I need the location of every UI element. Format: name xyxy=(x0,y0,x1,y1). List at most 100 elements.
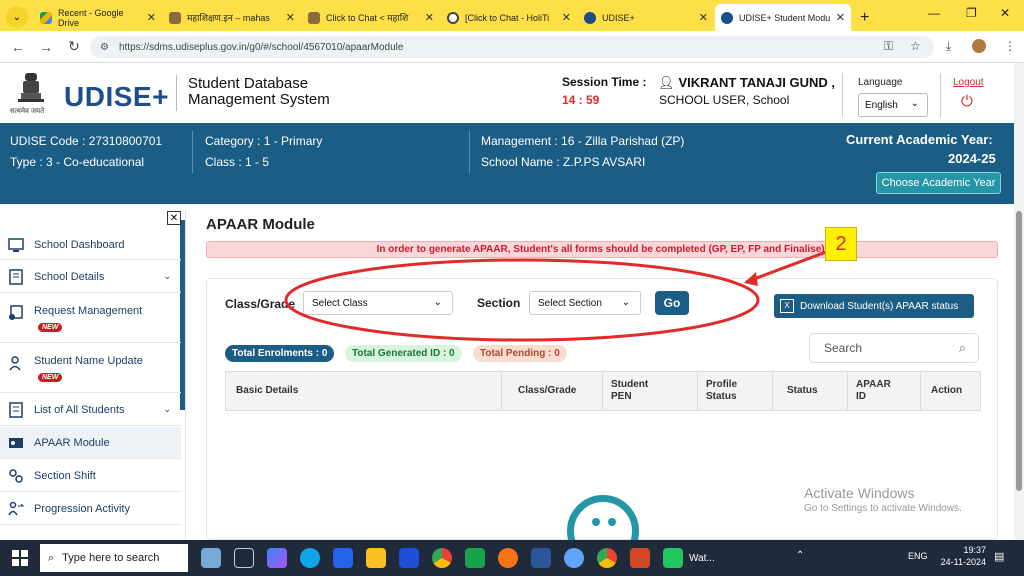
close-tab-icon[interactable]: ✕ xyxy=(556,11,571,24)
site-favicon-icon xyxy=(308,11,320,24)
powerpoint-icon[interactable] xyxy=(630,548,650,568)
dashboard-icon xyxy=(8,237,24,252)
search-icon: ⌕ xyxy=(48,551,55,564)
page-scrollbar[interactable] xyxy=(1014,63,1024,540)
word-icon[interactable] xyxy=(531,548,551,568)
key-icon[interactable]: ⚿ xyxy=(884,39,893,54)
close-tab-icon[interactable]: ✕ xyxy=(280,11,295,24)
close-tab-icon[interactable]: ✕ xyxy=(141,11,156,24)
close-window-icon[interactable]: ✕ xyxy=(1000,6,1010,20)
app-icon[interactable] xyxy=(564,548,584,568)
browser-menu-icon[interactable]: ⋮ xyxy=(1004,39,1016,53)
annotation-number-badge: 2 xyxy=(825,227,857,261)
profile-avatar[interactable] xyxy=(972,39,986,53)
whatsapp-taskbar-label[interactable]: Wat... xyxy=(689,553,715,564)
browser-tab[interactable]: [Click to Chat - HoliTi ✕ xyxy=(441,4,577,31)
shift-icon xyxy=(9,468,23,483)
info-divider xyxy=(192,131,193,173)
browser-tab[interactable]: Click to Chat < महाशि ✕ xyxy=(302,4,440,31)
firefox-icon[interactable] xyxy=(498,548,518,568)
total-generated-badge: Total Generated ID : 0 xyxy=(345,345,462,362)
column-header: Profile Status xyxy=(698,372,773,410)
sidebar-item-request-management[interactable]: Request Management NEW xyxy=(0,294,181,343)
windows-taskbar: ⌕ Type here to search Wat... ⌃ ENG 19:37 … xyxy=(0,540,1024,576)
taskbar-search-input[interactable]: ⌕ Type here to search xyxy=(40,544,188,572)
page-scrollbar-thumb[interactable] xyxy=(1016,211,1022,491)
column-header: Student PEN xyxy=(603,372,698,410)
mail-icon[interactable] xyxy=(399,548,419,568)
chrome-icon[interactable] xyxy=(597,548,617,568)
download-apaar-status-button[interactable]: X Download Student(s) APAAR status xyxy=(774,294,974,318)
sidebar-item-student-name-update[interactable]: Student Name Update NEW xyxy=(0,344,181,393)
sidebar-item-section-shift[interactable]: Section Shift xyxy=(0,460,181,492)
search-input[interactable]: Search ⌕ xyxy=(809,333,979,363)
excel-icon[interactable] xyxy=(465,548,485,568)
close-sidebar-icon[interactable]: ✕ xyxy=(167,211,181,225)
clock[interactable]: 19:37 24-11-2024 xyxy=(941,544,986,568)
excel-icon: X xyxy=(780,299,794,313)
notification-icon[interactable]: ▤ xyxy=(994,550,1004,563)
user-name: 👤︎ VIKRANT TANAJI GUND , xyxy=(658,75,835,90)
bookmark-star-icon[interactable]: ☆ xyxy=(910,39,921,53)
site-info-icon[interactable]: ⚙ xyxy=(100,42,109,53)
progression-icon xyxy=(8,501,24,515)
sidebar-item-list-of-all-students[interactable]: List of All Students ⌄ xyxy=(0,394,181,426)
choose-academic-year-button[interactable]: Choose Academic Year xyxy=(876,172,1001,194)
activate-windows-watermark: Activate Windows xyxy=(804,485,915,501)
go-button[interactable]: Go xyxy=(655,291,689,315)
class-grade-label: Class/Grade xyxy=(225,297,296,311)
browser-tab[interactable]: Recent - Google Drive ✕ xyxy=(34,4,162,31)
power-icon[interactable]: ⏻ xyxy=(961,93,973,110)
tray-chevron-icon[interactable]: ⌃ xyxy=(796,550,804,561)
browser-tab-active[interactable]: UDISE+ Student Modu ✕ xyxy=(715,4,851,31)
browser-tab[interactable]: महाशिक्षण.इन – mahas ✕ xyxy=(163,4,301,31)
restore-icon[interactable]: ❐ xyxy=(966,6,977,20)
sidebar-item-progression-activity[interactable]: Progression Activity xyxy=(0,493,181,525)
browser-tab-strip: ⌄ Recent - Google Drive ✕ महाशिक्षण.इन – … xyxy=(0,0,1024,31)
section-label: Section xyxy=(477,296,521,310)
list-icon xyxy=(9,401,23,418)
minimize-icon[interactable]: — xyxy=(928,6,940,20)
windows-start-icon[interactable] xyxy=(12,550,28,566)
language-select[interactable]: English ⌄ xyxy=(858,93,928,117)
column-header: Action xyxy=(931,385,963,396)
browser-tab[interactable]: UDISE+ ✕ xyxy=(578,4,714,31)
column-header: APAAR ID xyxy=(848,372,921,410)
id-card-icon xyxy=(9,437,23,448)
system-name: Student Database Management System xyxy=(188,75,330,108)
reload-icon[interactable]: ↻ xyxy=(60,38,88,55)
sidebar-item-school-dashboard[interactable]: School Dashboard xyxy=(0,230,181,260)
user-icon: 👤︎ xyxy=(658,75,675,90)
file-explorer-icon[interactable] xyxy=(366,548,386,568)
forward-icon[interactable]: → xyxy=(32,39,60,55)
school-type: Type : 3 - Co-educational xyxy=(10,155,145,169)
language-indicator[interactable]: ENG xyxy=(908,551,928,561)
new-tab-button[interactable]: + xyxy=(860,9,869,27)
sidebar-item-school-details[interactable]: School Details ⌄ xyxy=(0,261,181,293)
school-category: Category : 1 - Primary xyxy=(205,134,323,148)
close-tab-icon[interactable]: ✕ xyxy=(693,11,708,24)
udise-icon xyxy=(721,11,733,24)
close-tab-icon[interactable]: ✕ xyxy=(419,11,434,24)
section-select[interactable]: Select Section ⌄ xyxy=(529,291,641,315)
task-view-icon[interactable] xyxy=(234,548,254,568)
logout-link[interactable]: Logout xyxy=(953,77,984,88)
sidebar-item-apaar-module[interactable]: APAAR Module xyxy=(0,427,181,459)
page-title: APAAR Module xyxy=(206,216,315,233)
store-icon[interactable] xyxy=(333,548,353,568)
back-icon[interactable]: ← xyxy=(4,39,32,55)
weather-icon[interactable] xyxy=(201,548,221,568)
url-input[interactable]: ⚙ https://sdms.udiseplus.gov.in/g0/#/sch… xyxy=(90,36,934,58)
chrome-icon[interactable] xyxy=(432,548,452,568)
address-bar-row: ← → ↻ ⚙ https://sdms.udiseplus.gov.in/g0… xyxy=(0,31,1024,63)
class-select[interactable]: Select Class ⌄ xyxy=(303,291,453,315)
school-name: School Name : Z.P.PS AVSARI xyxy=(481,155,646,169)
tab-search-button[interactable]: ⌄ xyxy=(6,6,28,28)
copilot-icon[interactable] xyxy=(267,548,287,568)
close-tab-icon[interactable]: ✕ xyxy=(830,11,845,24)
whatsapp-icon[interactable] xyxy=(663,548,683,568)
search-icon: ⌕ xyxy=(958,340,966,355)
edge-icon[interactable] xyxy=(300,548,320,568)
download-icon[interactable]: ⤓ xyxy=(946,39,951,54)
udise-icon xyxy=(584,11,596,24)
